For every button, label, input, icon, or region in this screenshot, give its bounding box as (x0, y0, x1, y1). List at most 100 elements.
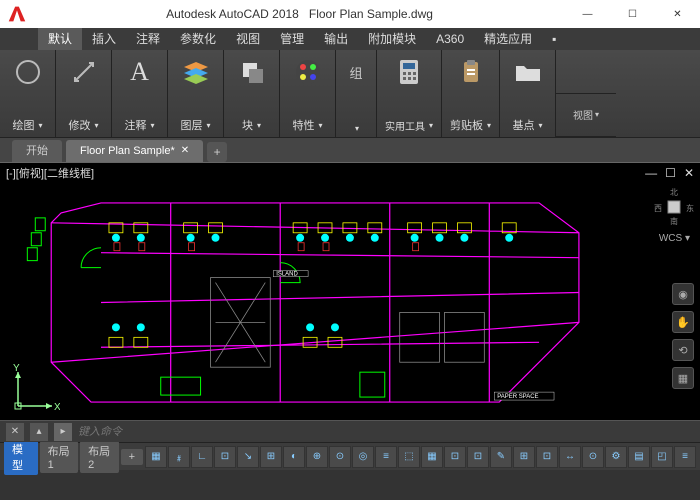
status-toggle-22[interactable]: ◰ (651, 446, 673, 468)
viewport-label[interactable]: [-][俯视][二维线框] (6, 165, 94, 181)
palette-icon (292, 56, 324, 88)
panel-modify[interactable]: 修改▾ (56, 50, 112, 137)
tab-add-button[interactable]: + (207, 142, 227, 162)
panel-utilities[interactable]: 实用工具▾ (377, 50, 442, 137)
maximize-button[interactable]: ☐ (610, 0, 655, 28)
status-toggle-3[interactable]: ⊡ (214, 446, 236, 468)
viewport-header: [-][俯视][二维线框] — ☐ ✕ (0, 163, 700, 183)
tab-overflow[interactable]: ▪ (542, 28, 566, 50)
cmd-close-icon[interactable]: ✕ (6, 423, 24, 441)
folder-icon (512, 56, 544, 88)
nav-wheel-icon[interactable]: ◉ (672, 283, 694, 305)
ribbon-tabs: 默认 插入 注释 参数化 视图 管理 输出 附加模块 A360 精选应用 ▪ (0, 28, 700, 50)
panel-properties[interactable]: 特性▾ (280, 50, 336, 137)
svg-text:ISLAND: ISLAND (276, 272, 298, 278)
panel-layers[interactable]: 图层▾ (168, 50, 224, 137)
model-tab[interactable]: 模型 (4, 439, 38, 475)
status-toggle-17[interactable]: ⊡ (536, 446, 558, 468)
status-toggle-18[interactable]: ↔ (559, 446, 581, 468)
status-toggles: ▦﹟∟⊡↘⊞◐⊕⊙◎≡⬚▦⊡⊡✎⊞⊡↔⊙⚙▤◰≡ (145, 446, 696, 468)
tab-annotate[interactable]: 注释 (126, 28, 170, 50)
window-controls: — ☐ ✕ (565, 0, 700, 28)
app-logo (0, 0, 34, 28)
status-toggle-9[interactable]: ◎ (352, 446, 374, 468)
minimize-button[interactable]: — (565, 0, 610, 28)
title-text: Autodesk AutoCAD 2018 Floor Plan Sample.… (34, 7, 565, 21)
command-input[interactable] (78, 426, 694, 438)
status-toggle-15[interactable]: ✎ (490, 446, 512, 468)
status-bar: 模型 布局1 布局2 + ▦﹟∟⊡↘⊞◐⊕⊙◎≡⬚▦⊡⊡✎⊞⊡↔⊙⚙▤◰≡ (0, 442, 700, 470)
status-toggle-10[interactable]: ≡ (375, 446, 397, 468)
status-toggle-8[interactable]: ⊙ (329, 446, 351, 468)
tab-output[interactable]: 输出 (314, 28, 358, 50)
floor-plan-drawing: PAPER SPACE ISLAND (10, 183, 650, 412)
layers-icon (180, 56, 212, 88)
status-toggle-6[interactable]: ◐ (283, 446, 305, 468)
status-toggle-20[interactable]: ⚙ (605, 446, 627, 468)
panel-extra: 视图▾ (556, 50, 616, 137)
nav-cube-icon[interactable]: ▦ (672, 367, 694, 389)
clipboard-icon (455, 56, 487, 88)
tab-parametric[interactable]: 参数化 (170, 28, 226, 50)
wcs-label[interactable]: WCS ▾ (659, 233, 690, 244)
calculator-icon (393, 56, 425, 88)
tab-manage[interactable]: 管理 (270, 28, 314, 50)
status-toggle-13[interactable]: ⊡ (444, 446, 466, 468)
vp-close-icon[interactable]: ✕ (684, 166, 694, 180)
close-button[interactable]: ✕ (655, 0, 700, 28)
status-toggle-12[interactable]: ▦ (421, 446, 443, 468)
tab-default[interactable]: 默认 (38, 28, 82, 50)
vp-maximize-icon[interactable]: ☐ (665, 166, 676, 180)
title-bar: Autodesk AutoCAD 2018 Floor Plan Sample.… (0, 0, 700, 28)
panel-group[interactable]: 组 ▾ (336, 50, 377, 137)
extra-blank (556, 50, 616, 94)
cmd-prompt-icon: ▸ (54, 423, 72, 441)
panel-annotate[interactable]: A 注释▾ (112, 50, 168, 137)
status-toggle-23[interactable]: ≡ (674, 446, 696, 468)
svg-text:X: X (54, 402, 60, 413)
group-icon: 组 (340, 56, 372, 88)
svg-text:Y: Y (13, 364, 20, 374)
status-toggle-14[interactable]: ⊡ (467, 446, 489, 468)
status-toggle-2[interactable]: ∟ (191, 446, 213, 468)
navigation-bar: ◉ ✋ ⟲ ▦ (672, 283, 694, 389)
nav-pan-icon[interactable]: ✋ (672, 311, 694, 333)
status-toggle-21[interactable]: ▤ (628, 446, 650, 468)
status-toggle-7[interactable]: ⊕ (306, 446, 328, 468)
view-compass[interactable]: 北 南 西 东 (654, 187, 694, 227)
nav-orbit-icon[interactable]: ⟲ (672, 339, 694, 361)
cmd-history-icon[interactable]: ▴ (30, 423, 48, 441)
status-toggle-0[interactable]: ▦ (145, 446, 167, 468)
status-toggle-11[interactable]: ⬚ (398, 446, 420, 468)
status-toggle-5[interactable]: ⊞ (260, 446, 282, 468)
block-icon (236, 56, 268, 88)
status-toggle-19[interactable]: ⊙ (582, 446, 604, 468)
layout1-tab[interactable]: 布局1 (40, 441, 78, 473)
layout-add-button[interactable]: + (121, 449, 143, 465)
extra-view[interactable]: 视图▾ (556, 94, 616, 138)
tab-active-document[interactable]: Floor Plan Sample*✕ (66, 140, 203, 162)
tab-insert[interactable]: 插入 (82, 28, 126, 50)
panel-block[interactable]: 块▾ (224, 50, 280, 137)
tab-addins[interactable]: 附加模块 (358, 28, 426, 50)
tab-view[interactable]: 视图 (226, 28, 270, 50)
tab-a360[interactable]: A360 (426, 28, 474, 50)
document-tabs: 开始 Floor Plan Sample*✕ + (0, 138, 700, 162)
layout2-tab[interactable]: 布局2 (80, 441, 118, 473)
panel-base[interactable]: 基点▾ (500, 50, 556, 137)
ucs-icon: X Y (10, 364, 60, 414)
tab-featured[interactable]: 精选应用 (474, 28, 542, 50)
vp-minimize-icon[interactable]: — (645, 166, 657, 180)
tab-close-icon[interactable]: ✕ (181, 140, 189, 162)
text-icon: A (124, 56, 156, 88)
command-line: ✕ ▴ ▸ (0, 420, 700, 442)
panel-clipboard[interactable]: 剪贴板▾ (442, 50, 500, 137)
status-toggle-4[interactable]: ↘ (237, 446, 259, 468)
tab-start[interactable]: 开始 (12, 140, 62, 162)
move-icon (68, 56, 100, 88)
drawing-viewport[interactable]: [-][俯视][二维线框] — ☐ ✕ (0, 162, 700, 442)
status-toggle-1[interactable]: ﹟ (168, 446, 190, 468)
ribbon: 绘图▾ 修改▾ A 注释▾ 图层▾ 块▾ 特性▾ 组 ▾ 实用工具▾ 剪贴板▾ … (0, 50, 700, 138)
status-toggle-16[interactable]: ⊞ (513, 446, 535, 468)
panel-draw[interactable]: 绘图▾ (0, 50, 56, 137)
